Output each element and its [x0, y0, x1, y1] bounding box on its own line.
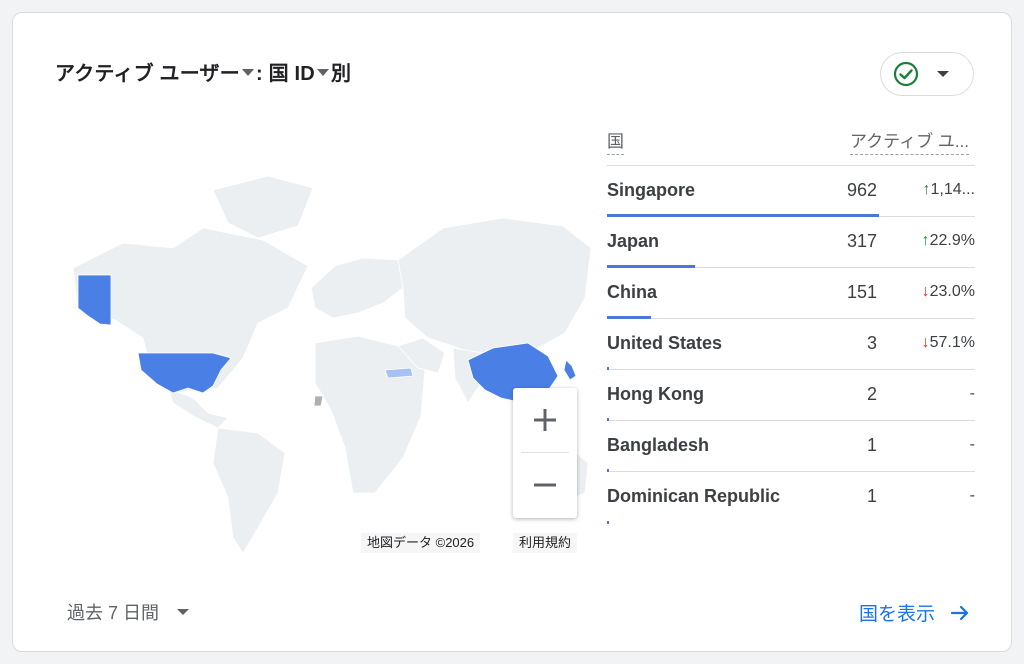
plus-icon	[534, 409, 556, 431]
country-name: Japan	[607, 231, 660, 251]
country-value: 1	[866, 435, 877, 455]
country-change: ↓23.0%	[885, 283, 975, 301]
compare-button[interactable]	[880, 52, 974, 96]
zoom-in-button[interactable]	[513, 388, 577, 452]
country-change: -	[969, 436, 975, 453]
table-row[interactable]: Hong Kong 2 -	[607, 370, 975, 421]
map-terms-link[interactable]: 利用規約	[513, 533, 578, 553]
table-row[interactable]: Bangladesh 1 -	[607, 421, 975, 472]
country-value: 317	[846, 231, 877, 251]
date-range-label: 過去 7 日間	[67, 603, 160, 623]
country-value: 151	[846, 282, 877, 302]
country-name: Hong Kong	[607, 384, 704, 404]
view-countries-link[interactable]: 国を表示	[859, 599, 971, 626]
view-countries-label: 国を表示	[858, 604, 935, 625]
map-zoom-controls	[513, 388, 577, 518]
country-change: -	[969, 487, 975, 504]
map-greenland	[212, 175, 314, 239]
table-row[interactable]: Japan 317 ↑22.9%	[607, 217, 975, 268]
country-change: ↑1,14...	[885, 181, 975, 199]
arrow-right-icon	[950, 605, 969, 620]
country-value: 3	[866, 333, 877, 353]
date-range-dropdown-icon	[177, 609, 190, 615]
country-name: Dominican Republic	[607, 486, 781, 506]
country-value: 1	[866, 486, 877, 506]
country-name: China	[607, 282, 658, 302]
share-bar	[607, 521, 609, 524]
minus-icon	[534, 483, 556, 487]
table-row[interactable]: United States 3 ↓57.1%	[607, 319, 975, 370]
active-users-by-country-card: アクティブ ユーザー : 国 ID 別 地図データ ©2026 利用規約 国 ア…	[12, 12, 1012, 652]
column-header-country[interactable]: 国	[607, 127, 624, 155]
map-japan	[563, 359, 577, 381]
title-suffix: 別	[330, 63, 352, 85]
map-europe	[310, 257, 404, 319]
change-text: 22.9%	[929, 232, 975, 249]
map-south-america	[212, 427, 286, 554]
arrow-down-icon: ↓	[921, 283, 930, 300]
arrow-up-icon: ↑	[922, 181, 931, 198]
table-row[interactable]: China 151 ↓23.0%	[607, 268, 975, 319]
table-header: 国 アクティブ ユ...	[607, 127, 975, 166]
world-map[interactable]	[53, 148, 593, 568]
dimension-selector[interactable]: : 国 ID	[256, 57, 315, 86]
country-change: ↑22.9%	[885, 232, 975, 250]
arrow-up-icon: ↑	[921, 232, 930, 249]
map-turkey	[384, 367, 414, 379]
card-title: アクティブ ユーザー : 国 ID 別	[55, 57, 351, 86]
country-change: -	[969, 385, 975, 402]
zoom-out-button[interactable]	[513, 453, 577, 517]
country-change: ↓57.1%	[885, 334, 975, 352]
map-alaska	[77, 274, 112, 326]
country-value: 2	[866, 384, 877, 404]
map-attribution: 地図データ ©2026	[361, 533, 481, 553]
compare-dropdown-icon	[937, 71, 949, 77]
country-name: United States	[607, 333, 723, 353]
change-text: 23.0%	[929, 283, 975, 300]
table-row[interactable]: Singapore 962 ↑1,14...	[607, 166, 975, 217]
map-africa	[314, 335, 426, 494]
change-text: 1,14...	[930, 181, 975, 198]
metric-selector[interactable]: アクティブ ユーザー	[55, 57, 240, 86]
dimension-dropdown-icon[interactable]	[316, 69, 329, 76]
column-header-active-users[interactable]: アクティブ ユ...	[849, 127, 969, 155]
metric-dropdown-icon[interactable]	[241, 69, 254, 76]
arrow-down-icon: ↓	[921, 334, 930, 351]
change-text: 57.1%	[929, 334, 975, 351]
map-central-america	[167, 387, 229, 429]
map-western-sahara	[313, 395, 324, 407]
check-circle-icon	[893, 61, 919, 87]
date-range-selector[interactable]: 過去 7 日間	[67, 599, 190, 625]
country-name: Singapore	[607, 180, 696, 200]
country-name: Bangladesh	[607, 435, 710, 455]
country-value: 962	[846, 180, 877, 200]
table-row[interactable]: Dominican Republic 1 -	[607, 472, 975, 524]
